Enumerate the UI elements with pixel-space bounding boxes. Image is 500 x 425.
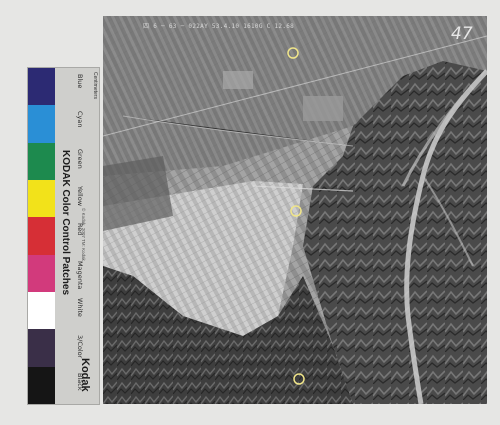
ruler-label: Centimeters [92,72,98,99]
color-patch-label: Yellow [76,186,84,207]
color-patch-white [28,292,55,330]
color-patch-label: 3/Color [76,335,84,359]
kodak-logo: Kodak [79,358,91,392]
fine-print: © Kodak, 2007 TM: Kodak [81,208,86,261]
color-patch-black [28,366,55,404]
aerial-terrain-graphic [103,16,487,404]
color-patch-label: Magenta [76,260,84,290]
color-patch-green [28,142,55,180]
aerial-photograph: 四 6 ─ 63 ─ 022AY 53.4.10 1610G C 12.68 4… [103,16,487,404]
kodak-color-control-strip: Blue Cyan Green Yellow Red Magenta White 3/Colo… [27,67,100,405]
color-patch-3-color [28,329,55,367]
color-patch-label: Cyan [76,111,84,128]
color-patch-label: White [76,298,84,317]
color-patch-yellow [28,180,55,218]
color-patch-cyan [28,105,55,143]
color-patch-magenta [28,254,55,292]
color-patch-blue [28,68,55,106]
photo-header-text: 四 6 ─ 63 ─ 022AY 53.4.10 1610G C 12.68 [143,23,295,30]
color-patch-red [28,217,55,255]
scan-background: Blue Cyan Green Yellow Red Magenta White 3/Colo… [0,0,500,425]
frame-number: 47 [451,24,473,44]
color-patch-label: Green [76,148,84,169]
color-patch-label: Blue [76,74,84,89]
color-target-title: KODAK Color Control Patches [60,150,71,296]
